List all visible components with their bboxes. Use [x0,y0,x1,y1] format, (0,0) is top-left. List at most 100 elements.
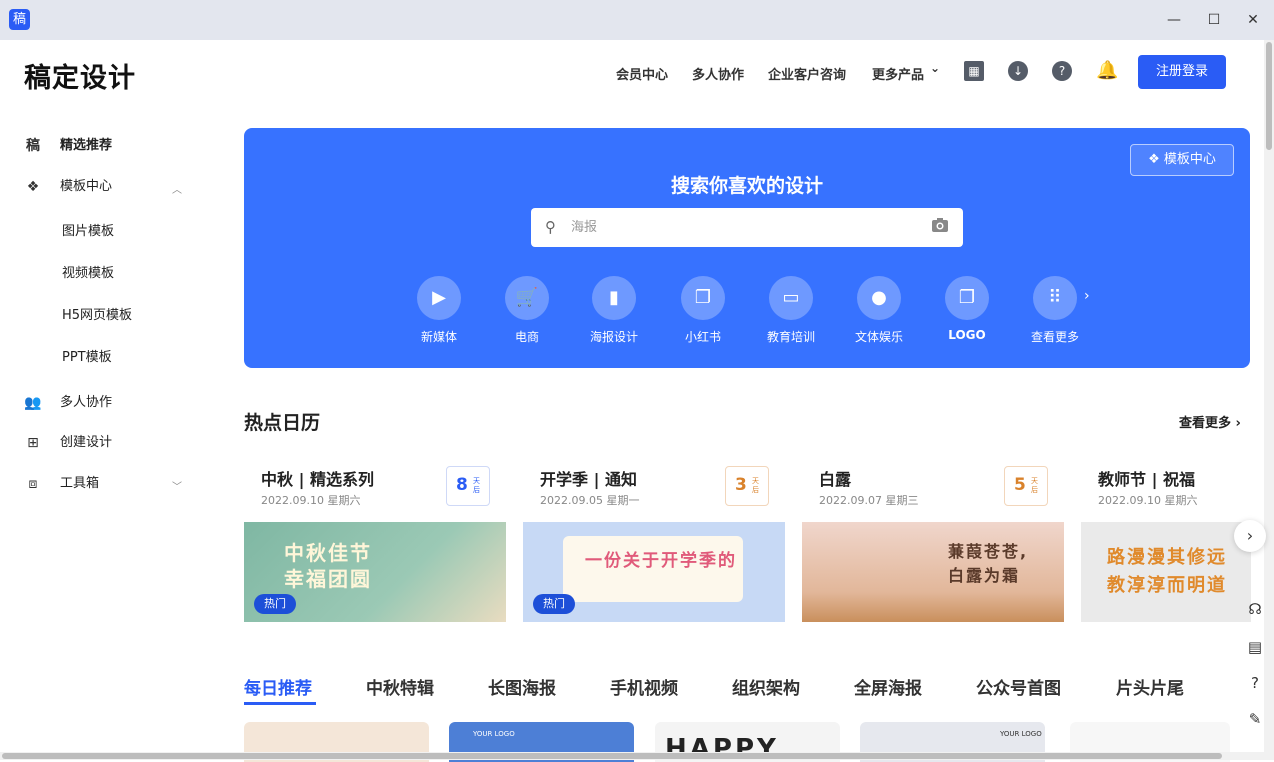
tab-wechat-cover[interactable]: 公众号首图 [976,674,1061,699]
hot-badge: 热门 [533,594,575,614]
chevron-down-icon[interactable]: ﹀ [172,478,182,493]
play-icon: ▶ [417,276,461,320]
card-title: 开学季 | 通知 [540,470,637,489]
horizontal-scrollbar[interactable] [0,752,1264,760]
title-bar: 稿 — ☐ ✕ [0,0,1274,40]
sidebar-item-label: 模板中心 [60,179,113,194]
calendar-card[interactable]: 中秋 | 精选系列 2022.09.10 星期六 8 天后 中秋佳节 幸福团圆 … [244,464,506,624]
add-design-icon: ⊞ [27,435,39,451]
search-placeholder: 海报 [571,220,598,235]
search-input[interactable]: ⚲ 海报 [531,208,963,247]
days-count: 3 [735,475,747,495]
category-new-media[interactable]: ▶ 新媒体 [404,276,474,345]
nav-enterprise[interactable]: 企业客户咨询 [768,64,846,83]
category-label: 海报设计 [589,330,638,344]
card-image-text: 蒹葭苍苍, 白露为霜 [948,542,1029,585]
tab-fullscreen-poster[interactable]: 全屏海报 [854,674,922,699]
active-tab-indicator [244,702,316,705]
cart-icon: 🛒 [505,276,549,320]
carousel-next-button[interactable]: › [1234,520,1266,552]
card-image: 中秋佳节 幸福团圆 热门 [244,522,506,622]
category-label: 文体娱乐 [854,330,903,344]
bell-icon[interactable]: 🔔 [1096,61,1118,81]
badminton-icon: ● [857,276,901,320]
hot-badge: 热门 [254,594,296,614]
days-unit: 天后 [473,477,480,494]
category-label: 小红书 [684,330,721,344]
sidebar-item-label: 工具箱 [60,476,100,491]
calendar-card[interactable]: 教师节 | 祝福 2022.09.10 星期六 路漫漫其修远 教淳淳而明道 [1081,464,1251,624]
grid-icon: ⠿ [1033,276,1077,320]
tab-intro-outro[interactable]: 片头片尾 [1116,674,1184,699]
maximize-button[interactable]: ☐ [1202,8,1226,32]
calendar-icon[interactable]: ▦ [964,61,984,81]
edit-icon[interactable]: ✎ [1240,704,1270,734]
nav-member-center[interactable]: 会员中心 [616,64,668,83]
thumbnail-text: YOUR LOGO [473,730,515,738]
help-icon[interactable]: ? [1052,61,1072,81]
see-more-link[interactable]: 查看更多 › [1179,412,1241,431]
hero-title: 搜索你喜欢的设计 [670,175,823,197]
sidebar-item-label: 多人协作 [60,395,113,410]
category-education[interactable]: ▭ 教育培训 [756,276,826,345]
card-date: 2022.09.07 星期三 [819,494,919,507]
sidebar-item-ppt-templates[interactable]: PPT模板 [62,346,112,365]
tab-org-chart[interactable]: 组织架构 [732,674,800,699]
tab-daily[interactable]: 每日推荐 [244,674,312,699]
card-title: 中秋 | 精选系列 [261,470,374,489]
document-icon[interactable]: ▤ [1240,632,1270,662]
sidebar-item-h5-templates[interactable]: H5网页模板 [62,304,132,323]
category-entertainment[interactable]: ● 文体娱乐 [844,276,914,345]
chevron-up-icon[interactable]: ︿ [172,181,182,196]
tab-mobile-video[interactable]: 手机视频 [610,674,678,699]
thumbnail-text: YOUR LOGO [1000,730,1042,738]
category-label: 电商 [514,330,539,344]
category-logo[interactable]: ❐ LOGO [932,276,1002,342]
category-label: LOGO [948,328,986,342]
close-button[interactable]: ✕ [1241,8,1265,32]
category-ecommerce[interactable]: 🛒 电商 [492,276,562,345]
nav-collaboration[interactable]: 多人协作 [692,64,744,83]
layers-icon: ❖ [26,179,40,195]
login-button[interactable]: 注册登录 [1138,55,1226,89]
sidebar-item-video-templates[interactable]: 视频模板 [62,262,114,281]
category-see-more[interactable]: ⠿ 查看更多 [1020,276,1090,345]
card-date: 2022.09.05 星期一 [540,494,640,507]
card-image: 蒹葭苍苍, 白露为霜 [802,522,1064,622]
note-icon: ❐ [681,276,725,320]
logo-icon: ❐ [945,276,989,320]
category-poster[interactable]: ▮ 海报设计 [579,276,649,345]
card-date: 2022.09.10 星期六 [261,494,361,507]
category-label: 查看更多 [1030,330,1079,344]
template-center-label: 模板中心 [1163,152,1216,167]
tab-long-poster[interactable]: 长图海报 [488,674,556,699]
card-image: 路漫漫其修远 教淳淳而明道 [1081,522,1251,622]
category-label: 教育培训 [766,330,815,344]
card-image: 一份关于开学季的 热门 [523,522,785,622]
template-center-button[interactable]: ❖ 模板中心 [1130,144,1234,176]
users-icon: 👥 [24,395,42,411]
sidebar-item-image-templates[interactable]: 图片模板 [62,220,114,239]
app-icon: 稿 [9,9,30,30]
nav-more-products[interactable]: 更多产品 [872,64,924,83]
card-title: 白露 [819,470,852,489]
download-icon[interactable]: ↓ [1008,61,1028,81]
category-label: 新媒体 [420,330,457,344]
days-unit: 天后 [752,477,759,494]
minimize-button[interactable]: — [1162,8,1186,32]
board-icon: ▭ [769,276,813,320]
camera-icon[interactable] [931,217,949,233]
toolbox-icon: ⧈ [28,476,38,492]
chevron-right-icon[interactable]: › [1084,288,1090,304]
headset-icon[interactable]: ☊ [1240,594,1270,624]
days-badge: 5 天后 [1004,466,1048,506]
brand-logo[interactable]: 稿定设计 [24,56,136,95]
sidebar-item-label: 创建设计 [60,435,113,450]
calendar-card[interactable]: 开学季 | 通知 2022.09.05 星期一 3 天后 一份关于开学季的 热门 [523,464,785,624]
category-xiaohongshu[interactable]: ❐ 小红书 [668,276,738,345]
tab-mid-autumn[interactable]: 中秋特辑 [366,674,434,699]
poster-icon: ▮ [592,276,636,320]
card-image-text: 路漫漫其修远 教淳淳而明道 [1107,547,1227,596]
calendar-card[interactable]: 白露 2022.09.07 星期三 5 天后 蒹葭苍苍, 白露为霜 [802,464,1064,624]
help-icon[interactable]: ? [1240,668,1270,698]
